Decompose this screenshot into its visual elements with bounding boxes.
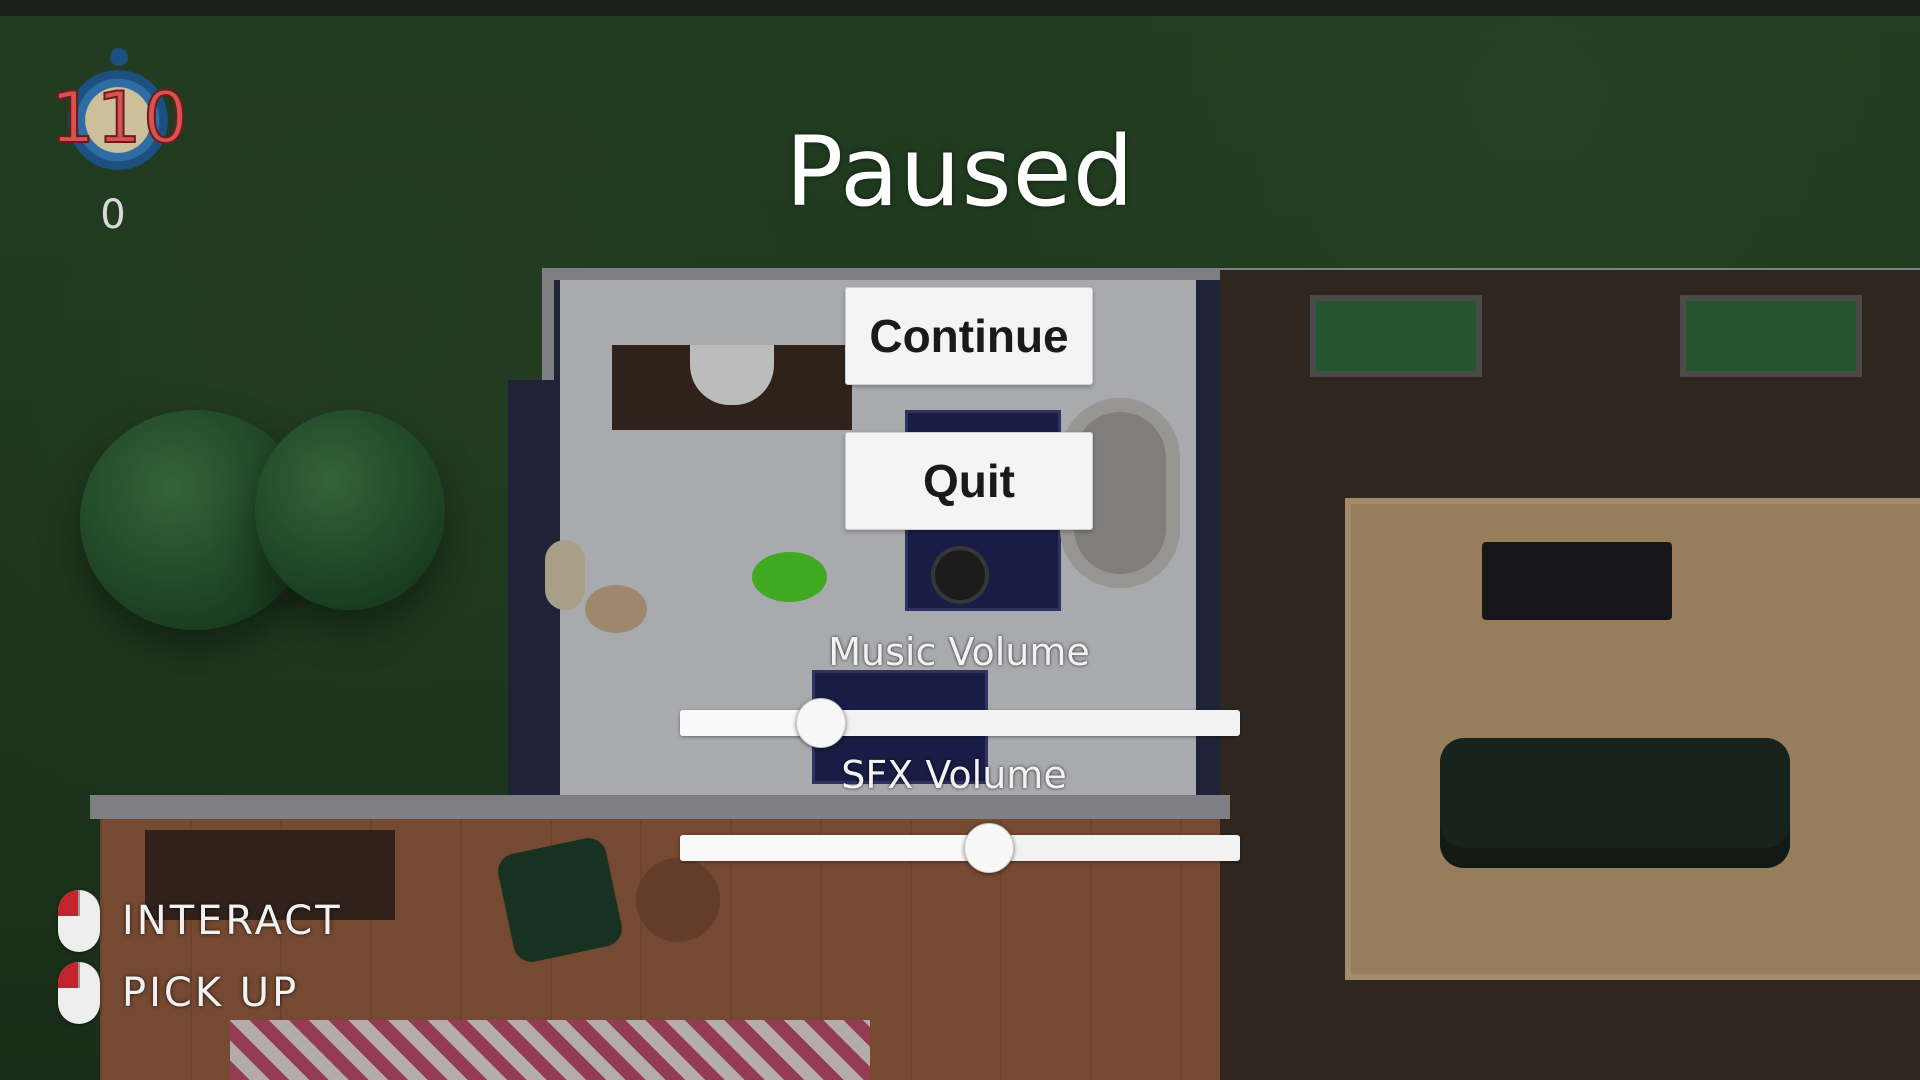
- stopwatch-knob-icon: [110, 48, 128, 66]
- pause-title: Paused: [785, 116, 1135, 228]
- sfx-volume-handle[interactable]: [964, 823, 1014, 873]
- sfx-volume-slider[interactable]: [680, 823, 1240, 873]
- mouse-left-click-icon: [58, 890, 100, 952]
- sfx-volume-label: SFX Volume: [841, 753, 1067, 797]
- mouse-left-click-icon: [58, 962, 100, 1024]
- control-hint-interact: INTERACT: [58, 890, 343, 952]
- quit-button[interactable]: Quit: [845, 432, 1093, 530]
- control-label: INTERACT: [122, 898, 343, 944]
- control-hint-pick-up: PICK UP: [58, 962, 299, 1024]
- music-volume-handle[interactable]: [796, 698, 846, 748]
- sfx-volume-fill: [680, 835, 988, 861]
- control-label: PICK UP: [122, 970, 300, 1016]
- music-volume-slider[interactable]: [680, 698, 1240, 748]
- continue-button[interactable]: Continue: [845, 287, 1093, 385]
- score-readout: 0: [100, 192, 126, 238]
- timer-readout: 110: [49, 77, 190, 159]
- music-volume-label: Music Volume: [828, 630, 1090, 674]
